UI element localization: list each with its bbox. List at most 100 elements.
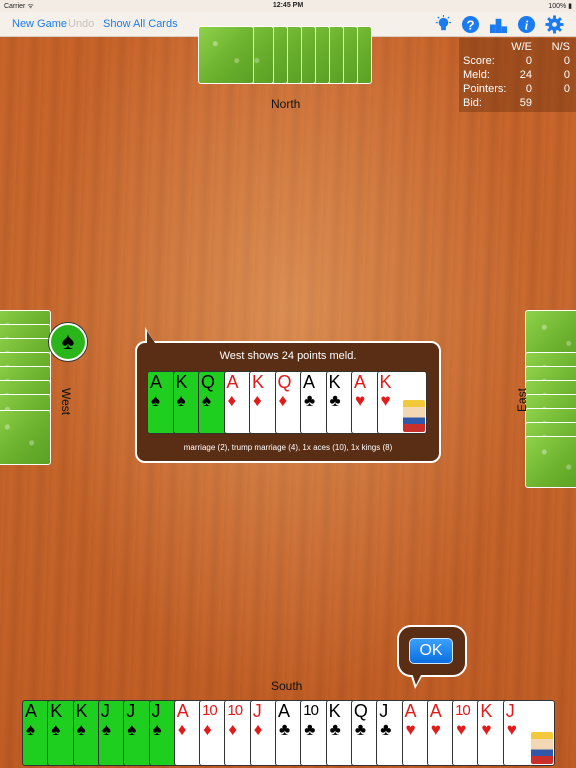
card-suit-icon: ♥	[506, 720, 517, 739]
card-rank: A	[429, 701, 442, 721]
card-suit-icon: ♠	[202, 391, 212, 410]
ok-bubble-tail-inner	[412, 673, 422, 685]
east-label: East	[515, 387, 529, 412]
card-suit-icon: ♥	[456, 720, 467, 739]
card-suit-icon: ♣	[329, 391, 341, 410]
we-value: 24	[519, 69, 532, 81]
we-value: 0	[525, 55, 532, 67]
scoreboard: W/E N/S Score: 0 0 Meld: 24 0 Pointers: …	[459, 38, 576, 112]
card-rank: A	[25, 701, 38, 721]
card-rank: J	[100, 701, 110, 721]
we-column-header: W/E	[511, 41, 532, 53]
status-bar: Carrier ᯤ 12:45 PM 100% ▮	[0, 0, 576, 12]
svg-text:?: ?	[466, 17, 474, 32]
card-rank: A	[278, 701, 291, 721]
card-rank: J	[379, 701, 389, 721]
score-row: Score: 0 0	[461, 55, 574, 68]
card-rank: K	[480, 701, 493, 721]
card-suit-icon: ♣	[329, 720, 341, 739]
card-rank: K	[175, 372, 188, 392]
new-game-button[interactable]: New Game	[12, 18, 67, 30]
trump-suit-badge: ♠	[49, 323, 87, 361]
meld-dialog: West shows 24 points meld. A ♠ K ♠ Q ♠ A ♦ K ♦ Q ♦ A…	[135, 341, 441, 463]
card-rank: K	[75, 701, 88, 721]
show-all-cards-button[interactable]: Show All Cards	[103, 18, 178, 30]
card-suit-icon: ♣	[304, 720, 316, 739]
court-portrait-icon	[402, 400, 425, 432]
we-value: 59	[519, 97, 532, 109]
card-suit-icon: ♣	[380, 720, 392, 739]
card-suit-icon: ♣	[279, 720, 291, 739]
we-value: 0	[525, 83, 532, 95]
south-label: South	[271, 679, 303, 693]
card-rank: 10	[303, 702, 319, 719]
card-rank: K	[252, 372, 265, 392]
north-label: North	[271, 97, 301, 111]
card-rank: 10	[227, 702, 243, 719]
pointers-row: Pointers: 0 0	[461, 83, 574, 96]
row-label: Bid:	[463, 97, 482, 109]
meld-title: West shows 24 points meld.	[219, 350, 357, 362]
help-icon[interactable]: ?	[461, 15, 480, 34]
card-suit-icon: ♦	[278, 391, 288, 410]
undo-button[interactable]: Undo	[68, 18, 94, 30]
court-portrait-icon	[530, 732, 553, 764]
card-rank: A	[404, 701, 417, 721]
spade-icon: ♠	[61, 328, 75, 355]
row-label: Meld:	[463, 69, 490, 81]
card-suit-icon: ♥	[405, 720, 416, 739]
card-rank: K	[328, 701, 341, 721]
card-rank: A	[150, 372, 163, 392]
card-suit-icon: ♥	[481, 720, 492, 739]
card-suit-icon: ♥	[355, 391, 366, 410]
hint-bulb-icon[interactable]	[434, 15, 453, 34]
card-suit-icon: ♠	[151, 391, 161, 410]
card-rank: A	[176, 701, 189, 721]
card-back	[0, 410, 51, 465]
meld-row: Meld: 24 0	[461, 69, 574, 82]
card-rank: Q	[277, 372, 292, 392]
card-rank: Q	[353, 701, 368, 721]
card-suit-icon: ♦	[253, 391, 262, 410]
card-suit-icon: ♠	[152, 720, 162, 739]
ns-value: 0	[563, 69, 570, 81]
card-back	[525, 436, 576, 488]
meld-description: marriage (2), trump marriage (4), 1x ace…	[183, 443, 393, 452]
dialog-tail-inner	[147, 331, 163, 343]
card-rank: J	[252, 701, 262, 721]
card-suit-icon: ♠	[26, 720, 36, 739]
card-rank: K	[379, 372, 392, 392]
battery-indicator: 100% ▮	[548, 3, 572, 10]
card-suit-icon: ♠	[176, 391, 186, 410]
ok-button[interactable]: OK	[409, 638, 453, 664]
card-suit-icon: ♠	[51, 720, 61, 739]
scoreboard-header: W/E N/S	[461, 41, 574, 54]
card-suit-icon: ♦	[253, 720, 263, 739]
card-suit-icon: ♥	[380, 391, 391, 410]
scores-podium-icon[interactable]	[489, 15, 508, 34]
ns-value: 0	[563, 83, 570, 95]
playing-card[interactable]: J ♥	[502, 700, 555, 766]
playing-card: K ♥	[376, 371, 427, 434]
card-rank: J	[505, 701, 515, 721]
card-suit-icon: ♥	[430, 720, 441, 739]
card-suit-icon: ♦	[177, 720, 187, 739]
card-suit-icon: ♦	[227, 391, 237, 410]
row-label: Score:	[463, 55, 495, 67]
card-suit-icon: ♣	[354, 720, 367, 739]
ns-value: 0	[563, 55, 570, 67]
ns-column-header: N/S	[551, 41, 570, 53]
card-rank: J	[151, 701, 161, 721]
card-suit-icon: ♦	[228, 720, 238, 739]
card-suit-icon: ♠	[101, 720, 111, 739]
info-icon[interactable]: i	[517, 15, 536, 34]
card-suit-icon: ♦	[203, 720, 212, 739]
card-back	[198, 26, 254, 84]
card-rank: K	[50, 701, 63, 721]
settings-gear-icon[interactable]	[545, 15, 564, 34]
card-rank: J	[126, 701, 136, 721]
row-label: Pointers:	[463, 83, 507, 95]
card-rank: A	[226, 372, 239, 392]
clock: 12:45 PM	[272, 2, 304, 9]
card-rank: A	[354, 372, 367, 392]
